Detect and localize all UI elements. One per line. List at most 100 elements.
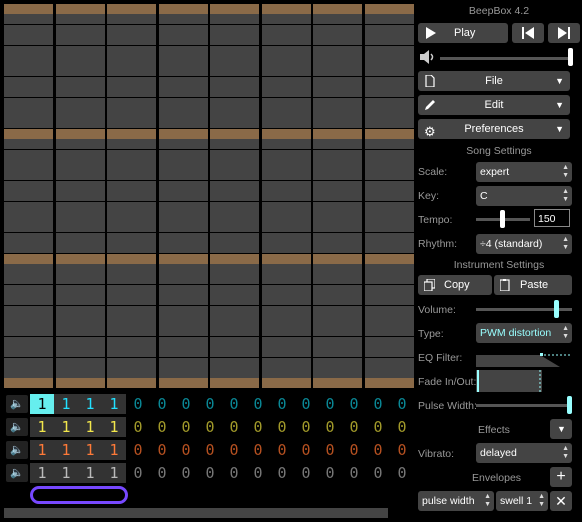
pattern-cell[interactable]: 1 xyxy=(102,440,126,460)
note-cell[interactable] xyxy=(4,212,53,222)
note-cell[interactable] xyxy=(107,181,156,191)
pattern-cell[interactable]: 0 xyxy=(318,394,342,414)
note-row[interactable] xyxy=(4,306,414,316)
fade-editor[interactable] xyxy=(476,370,542,392)
note-cell[interactable] xyxy=(313,98,362,108)
note-cell[interactable] xyxy=(4,358,53,368)
note-cell[interactable] xyxy=(210,46,259,56)
note-cell[interactable] xyxy=(107,129,156,139)
note-cell[interactable] xyxy=(210,337,259,347)
pattern-cell[interactable]: 1 xyxy=(78,463,102,483)
note-cell[interactable] xyxy=(210,358,259,368)
note-cell[interactable] xyxy=(107,306,156,316)
note-cell[interactable] xyxy=(107,202,156,212)
note-cell[interactable] xyxy=(313,46,362,56)
note-cell[interactable] xyxy=(210,368,259,378)
note-cell[interactable] xyxy=(313,254,362,264)
note-cell[interactable] xyxy=(159,378,208,388)
note-cell[interactable] xyxy=(159,347,208,357)
master-volume-slider[interactable] xyxy=(568,48,573,66)
note-cell[interactable] xyxy=(159,160,208,170)
note-cell[interactable] xyxy=(313,87,362,97)
pattern-cell[interactable]: 0 xyxy=(246,440,270,460)
note-cell[interactable] xyxy=(159,295,208,305)
note-cell[interactable] xyxy=(313,150,362,160)
pattern-cell[interactable]: 0 xyxy=(390,440,414,460)
pattern-cell[interactable]: 0 xyxy=(294,417,318,437)
pattern-cell[interactable]: 0 xyxy=(270,394,294,414)
note-cell[interactable] xyxy=(107,233,156,243)
note-cell[interactable] xyxy=(210,181,259,191)
note-cell[interactable] xyxy=(107,212,156,222)
note-cell[interactable] xyxy=(365,139,414,149)
note-cell[interactable] xyxy=(313,181,362,191)
note-cell[interactable] xyxy=(56,285,105,295)
note-cell[interactable] xyxy=(107,378,156,388)
note-cell[interactable] xyxy=(365,108,414,118)
pattern-cell[interactable]: 0 xyxy=(390,417,414,437)
note-cell[interactable] xyxy=(262,306,311,316)
note-cell[interactable] xyxy=(4,98,53,108)
note-cell[interactable] xyxy=(262,77,311,87)
pattern-cell[interactable]: 0 xyxy=(126,463,150,483)
note-cell[interactable] xyxy=(262,191,311,201)
note-cell[interactable] xyxy=(262,14,311,24)
note-cell[interactable] xyxy=(262,98,311,108)
note-row[interactable] xyxy=(4,295,414,305)
note-cell[interactable] xyxy=(107,285,156,295)
note-row[interactable] xyxy=(4,98,414,108)
note-cell[interactable] xyxy=(365,87,414,97)
note-cell[interactable] xyxy=(56,337,105,347)
note-row[interactable] xyxy=(4,202,414,212)
note-cell[interactable] xyxy=(56,14,105,24)
pattern-cell[interactable]: 1 xyxy=(54,463,78,483)
note-cell[interactable] xyxy=(56,316,105,326)
pattern-cell[interactable]: 0 xyxy=(198,417,222,437)
note-cell[interactable] xyxy=(365,233,414,243)
note-cell[interactable] xyxy=(4,129,53,139)
note-cell[interactable] xyxy=(4,347,53,357)
note-cell[interactable] xyxy=(210,139,259,149)
note-cell[interactable] xyxy=(107,316,156,326)
note-cell[interactable] xyxy=(107,35,156,45)
note-cell[interactable] xyxy=(365,295,414,305)
note-cell[interactable] xyxy=(107,222,156,232)
pattern-cell[interactable]: 0 xyxy=(126,394,150,414)
pattern-cell[interactable]: 1 xyxy=(102,463,126,483)
note-cell[interactable] xyxy=(262,295,311,305)
note-cell[interactable] xyxy=(313,378,362,388)
note-cell[interactable] xyxy=(313,358,362,368)
pattern-cell[interactable]: 0 xyxy=(150,463,174,483)
note-cell[interactable] xyxy=(210,129,259,139)
note-cell[interactable] xyxy=(313,25,362,35)
note-cell[interactable] xyxy=(56,25,105,35)
note-cell[interactable] xyxy=(262,358,311,368)
note-cell[interactable] xyxy=(56,202,105,212)
pattern-cell[interactable]: 0 xyxy=(318,440,342,460)
note-cell[interactable] xyxy=(365,150,414,160)
preferences-menu[interactable]: ⚙ Preferences ▼ xyxy=(418,119,570,139)
note-cell[interactable] xyxy=(262,243,311,253)
note-cell[interactable] xyxy=(4,118,53,128)
note-cell[interactable] xyxy=(159,306,208,316)
note-row[interactable] xyxy=(4,191,414,201)
channel-mute-button[interactable]: 🔈 xyxy=(6,441,28,459)
note-cell[interactable] xyxy=(210,285,259,295)
note-cell[interactable] xyxy=(313,337,362,347)
note-cell[interactable] xyxy=(4,35,53,45)
note-cell[interactable] xyxy=(365,129,414,139)
note-cell[interactable] xyxy=(313,212,362,222)
pattern-cell[interactable]: 0 xyxy=(366,417,390,437)
pattern-cell[interactable]: 0 xyxy=(294,394,318,414)
note-cell[interactable] xyxy=(159,337,208,347)
note-cell[interactable] xyxy=(56,378,105,388)
note-cell[interactable] xyxy=(56,129,105,139)
eq-filter-editor[interactable] xyxy=(476,347,572,367)
pattern-cell[interactable]: 0 xyxy=(222,440,246,460)
note-cell[interactable] xyxy=(262,170,311,180)
note-cell[interactable] xyxy=(210,35,259,45)
note-cell[interactable] xyxy=(159,243,208,253)
note-cell[interactable] xyxy=(313,170,362,180)
note-row[interactable] xyxy=(4,4,414,14)
note-cell[interactable] xyxy=(159,35,208,45)
